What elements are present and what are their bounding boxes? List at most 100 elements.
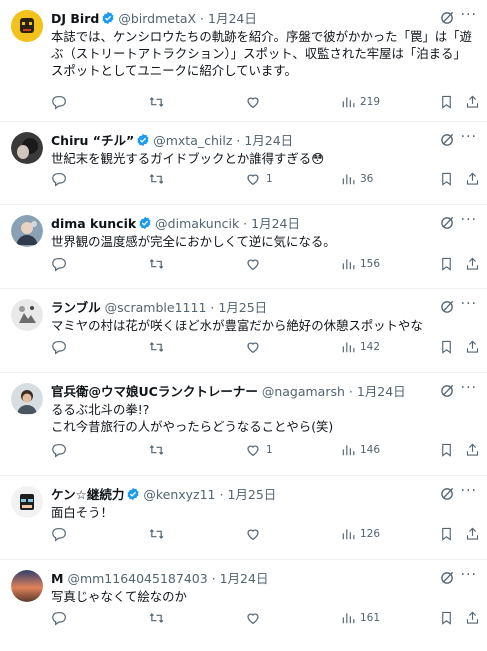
avatar[interactable] — [11, 132, 43, 164]
reply-button[interactable] — [51, 93, 67, 111]
bookmark-button[interactable] — [439, 441, 454, 459]
avatar[interactable] — [11, 383, 43, 415]
reply-button[interactable] — [51, 609, 67, 627]
action-bar: 1 146 — [51, 441, 479, 459]
display-name[interactable]: DJ Bird — [51, 11, 99, 26]
grok-icon[interactable] — [440, 486, 455, 505]
reply-button[interactable] — [51, 255, 67, 273]
avatar[interactable] — [11, 486, 43, 518]
share-button[interactable] — [465, 525, 480, 543]
retweet-button[interactable] — [148, 255, 165, 273]
handle[interactable]: @mm1164045187403 — [67, 571, 207, 586]
reply-button[interactable] — [51, 525, 67, 543]
like-button[interactable] — [245, 609, 266, 627]
share-button[interactable] — [465, 441, 480, 459]
reply-post[interactable]: Chiru “チル” @mxta_chilz · 1月24日 ··· 世紀末を観光… — [0, 122, 487, 205]
views-button[interactable]: 126 — [341, 525, 380, 543]
timestamp[interactable]: 1月25日 — [218, 300, 267, 315]
reply-button[interactable] — [51, 441, 67, 459]
views-button[interactable]: 156 — [341, 255, 380, 273]
share-button[interactable] — [465, 255, 480, 273]
like-button[interactable]: 1 — [245, 170, 273, 188]
reply-post[interactable]: 官兵衛@ウマ娘UCランクトレーナー @nagamarsh · 1月24日 ···… — [0, 373, 487, 476]
reply-button[interactable] — [51, 170, 67, 188]
like-button[interactable] — [245, 255, 266, 273]
display-name[interactable]: Chiru “チル” — [51, 133, 134, 148]
post-text-line: マミヤの村は花が咲くほど水が豊富だから絶好の休憩スポットやな — [51, 318, 423, 333]
like-button[interactable] — [245, 93, 266, 111]
reply-post[interactable]: dima kuncik @dimakuncik · 1月24日 ··· 世界観の温… — [0, 205, 487, 289]
view-count: 142 — [360, 341, 381, 353]
grok-icon[interactable] — [440, 10, 455, 29]
retweet-button[interactable] — [148, 93, 165, 111]
grok-icon[interactable] — [440, 299, 455, 318]
reply-button[interactable] — [51, 338, 67, 356]
timestamp[interactable]: 1月24日 — [220, 571, 269, 586]
post-text-line: るるぶ北斗の拳!? — [51, 402, 150, 417]
views-button[interactable]: 146 — [341, 441, 380, 459]
bookmark-button[interactable] — [439, 338, 454, 356]
more-icon[interactable]: ··· — [461, 380, 477, 396]
handle[interactable]: @nagamarsh — [262, 384, 345, 399]
share-button[interactable] — [465, 93, 480, 111]
more-icon[interactable]: ··· — [461, 212, 477, 228]
grok-icon[interactable] — [440, 570, 455, 589]
display-name[interactable]: 官兵衛@ウマ娘UCランクトレーナー — [51, 384, 258, 399]
timestamp[interactable]: 1月24日 — [208, 11, 257, 26]
more-icon[interactable]: ··· — [461, 7, 477, 23]
reply-post[interactable]: ランブル @scramble1111 · 1月25日 ··· マミヤの村は花が咲… — [0, 289, 487, 373]
retweet-button[interactable] — [148, 338, 165, 356]
views-button[interactable]: 36 — [341, 170, 373, 188]
retweet-button[interactable] — [148, 170, 165, 188]
view-count: 219 — [360, 96, 381, 108]
reply-post[interactable]: ケン☆継続力 @kenxyz11 · 1月25日 ··· 面白そう！ 126 — [0, 476, 487, 560]
share-button[interactable] — [465, 338, 480, 356]
views-button[interactable]: 219 — [341, 93, 380, 111]
reply-post[interactable]: M @mm1164045187403 · 1月24日 ··· 写真じゃなくて絵な… — [0, 560, 487, 651]
more-icon[interactable]: ··· — [461, 567, 477, 583]
avatar[interactable] — [11, 10, 43, 42]
avatar[interactable] — [11, 570, 43, 602]
more-icon[interactable]: ··· — [461, 296, 477, 312]
views-button[interactable]: 161 — [341, 609, 380, 627]
bookmark-button[interactable] — [439, 609, 454, 627]
handle[interactable]: @kenxyz11 — [143, 487, 215, 502]
display-name[interactable]: dima kuncik — [51, 216, 136, 231]
timestamp[interactable]: 1月24日 — [357, 384, 406, 399]
timestamp[interactable]: 1月24日 — [244, 133, 293, 148]
grok-icon[interactable] — [440, 383, 455, 402]
bookmark-button[interactable] — [439, 255, 454, 273]
like-button[interactable]: 1 — [245, 441, 273, 459]
more-icon[interactable]: ··· — [461, 129, 477, 145]
handle[interactable]: @scramble1111 — [105, 300, 207, 315]
like-button[interactable] — [245, 525, 266, 543]
bookmark-button[interactable] — [439, 170, 454, 188]
handle[interactable]: @mxta_chilz — [153, 133, 232, 148]
bookmark-button[interactable] — [439, 525, 454, 543]
share-button[interactable] — [465, 609, 480, 627]
more-icon[interactable]: ··· — [461, 483, 477, 499]
share-button[interactable] — [465, 170, 480, 188]
avatar[interactable] — [11, 299, 43, 331]
reply-post[interactable]: DJ Bird @birdmetaX · 1月24日 ··· 本誌では、ケンシロウ… — [0, 0, 487, 122]
display-name[interactable]: M — [51, 571, 63, 586]
retweet-button[interactable] — [148, 441, 165, 459]
retweet-button[interactable] — [148, 525, 165, 543]
bookmark-button[interactable] — [439, 93, 454, 111]
timestamp[interactable]: 1月24日 — [251, 216, 300, 231]
action-bar: 156 — [51, 255, 479, 273]
handle[interactable]: @dimakuncik — [155, 216, 239, 231]
action-bar: 161 — [51, 609, 479, 627]
action-bar: 126 — [51, 525, 479, 543]
display-name[interactable]: ランブル — [51, 300, 101, 315]
display-name[interactable]: ケン☆継続力 — [51, 487, 124, 502]
views-button[interactable]: 142 — [341, 338, 380, 356]
grok-icon[interactable] — [440, 215, 455, 234]
avatar[interactable] — [11, 215, 43, 247]
retweet-button[interactable] — [148, 609, 165, 627]
grok-icon[interactable] — [440, 132, 455, 151]
like-button[interactable] — [245, 338, 266, 356]
view-count: 36 — [360, 173, 374, 185]
timestamp[interactable]: 1月25日 — [227, 487, 276, 502]
handle[interactable]: @birdmetaX — [118, 11, 196, 26]
